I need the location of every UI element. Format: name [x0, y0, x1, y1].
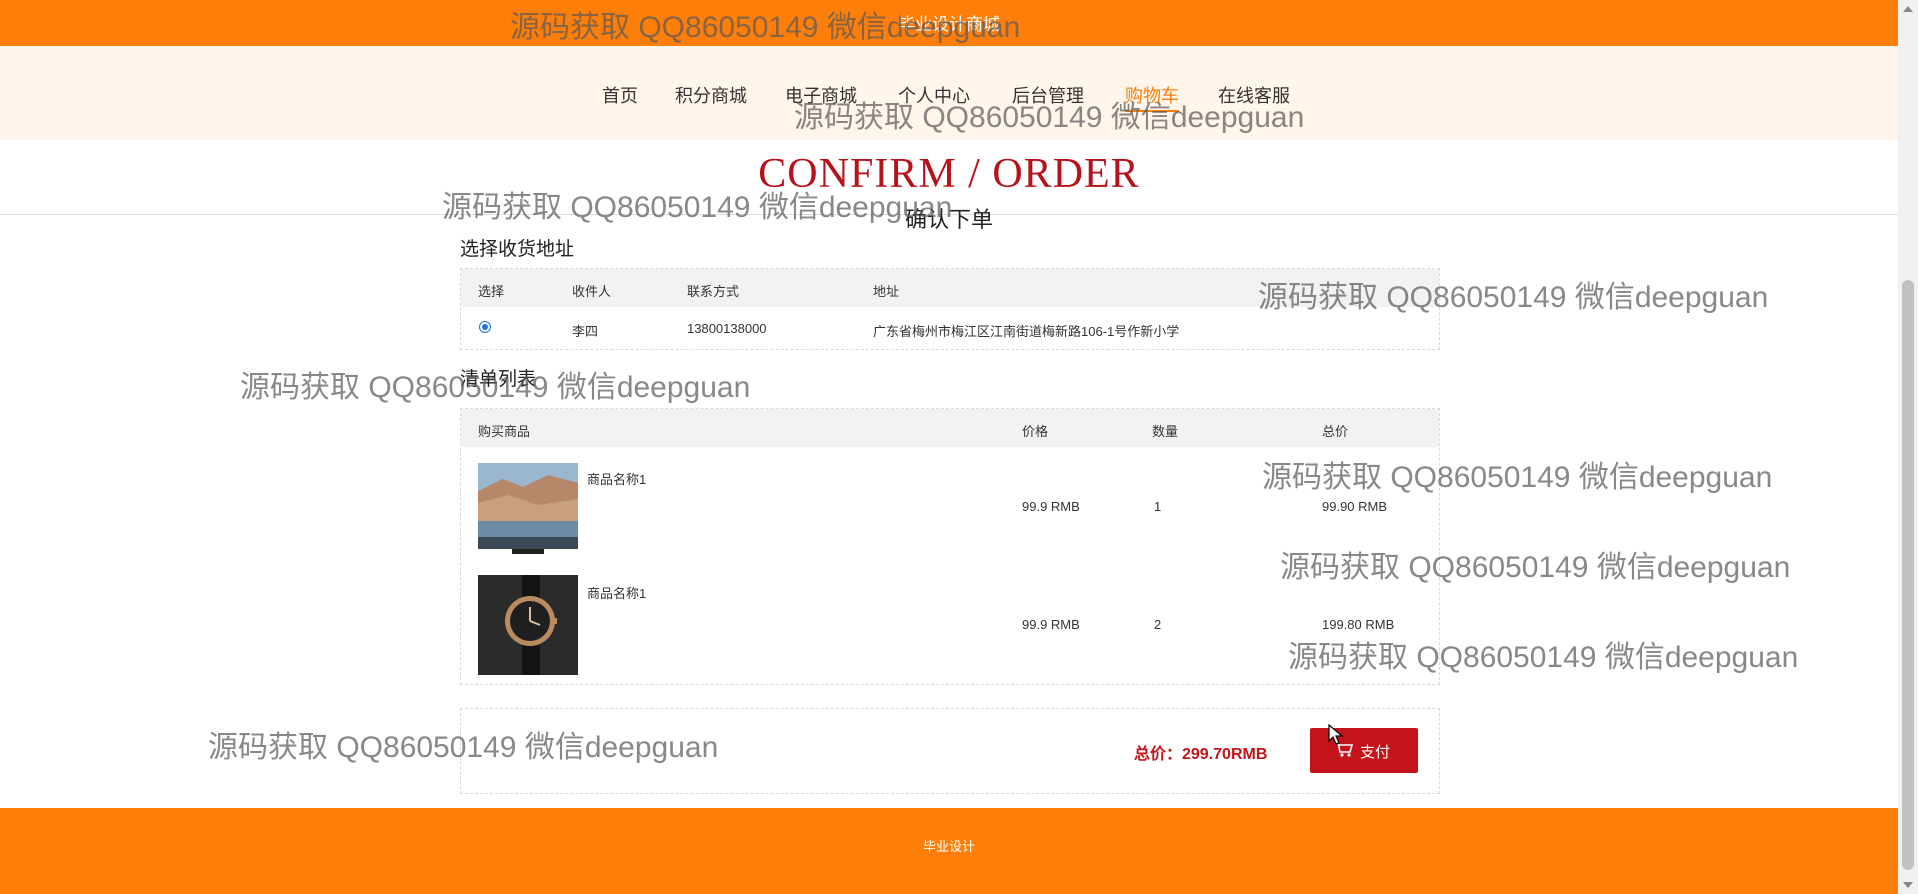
- product-price: 99.9 RMB: [1022, 499, 1080, 514]
- top-bar: 毕业设计商城: [0, 0, 1898, 46]
- nav-item-personal-center[interactable]: 个人中心: [898, 82, 970, 108]
- nav-item-cart[interactable]: 购物车: [1125, 82, 1179, 112]
- scroll-up-icon[interactable]: [1903, 6, 1913, 12]
- product-qty: 2: [1154, 617, 1162, 632]
- site-title: 毕业设计商城: [898, 15, 1000, 34]
- items-table: 购买商品 价格 数量 总价 商品名称1 99.9 RMB 1 99.90 RMB: [460, 408, 1440, 685]
- col-select: 选择: [478, 284, 505, 299]
- recipient-name: 李四: [572, 324, 599, 339]
- page-subtitle: 确认下单: [904, 207, 993, 232]
- nav-item-e-mall[interactable]: 电子商城: [785, 82, 857, 108]
- col-address: 地址: [873, 284, 900, 299]
- nav-item-points-mall[interactable]: 积分商城: [675, 82, 747, 108]
- checkout-panel: [460, 708, 1440, 794]
- nav-item-admin[interactable]: 后台管理: [1012, 82, 1084, 108]
- col-qty: 数量: [1152, 424, 1179, 439]
- scroll-down-icon[interactable]: [1903, 882, 1913, 888]
- page-scrollbar[interactable]: [1898, 0, 1918, 894]
- items-table-header: [461, 409, 1439, 447]
- footer: 毕业设计: [0, 808, 1898, 894]
- address-table: 选择 收件人 联系方式 地址 李四 13800138000 广东省梅州市梅江区江…: [460, 268, 1440, 350]
- scrollbar-thumb[interactable]: [1902, 280, 1914, 870]
- watch-image[interactable]: [478, 575, 578, 675]
- address-section-label: 选择收货地址: [460, 239, 575, 260]
- col-product: 购买商品: [478, 424, 531, 439]
- order-total: 总价：299.70RMB: [1134, 746, 1268, 763]
- nav-item-home[interactable]: 首页: [602, 82, 638, 108]
- col-recipient: 收件人: [572, 284, 612, 299]
- address-radio[interactable]: [479, 321, 491, 333]
- pay-button[interactable]: 支付: [1310, 728, 1418, 773]
- col-phone: 联系方式: [687, 284, 740, 299]
- col-price: 价格: [1022, 424, 1049, 439]
- recipient-address: 广东省梅州市梅江区江南街道梅新路106-1号作新小学: [873, 324, 1180, 339]
- nav-bar: 首页 积分商城 电子商城 个人中心 后台管理 购物车 在线客服: [0, 46, 1898, 140]
- page-title: CONFIRM / ORDER: [758, 151, 1140, 197]
- footer-text: 毕业设计: [922, 839, 975, 854]
- items-section-label: 清单列表: [460, 369, 537, 390]
- pay-label: 支付: [1360, 744, 1391, 761]
- recipient-phone: 13800138000: [687, 321, 767, 336]
- nav-item-online-service[interactable]: 在线客服: [1218, 82, 1290, 108]
- mouse-cursor-icon: [1328, 723, 1344, 751]
- product-name[interactable]: 商品名称1: [587, 469, 646, 488]
- product-subtotal: 199.80 RMB: [1322, 617, 1395, 632]
- tv-image[interactable]: [478, 461, 578, 561]
- product-price: 99.9 RMB: [1022, 617, 1080, 632]
- col-total: 总价: [1322, 424, 1349, 439]
- product-subtotal: 99.90 RMB: [1322, 499, 1388, 514]
- product-name[interactable]: 商品名称1: [587, 583, 646, 602]
- product-qty: 1: [1154, 499, 1162, 514]
